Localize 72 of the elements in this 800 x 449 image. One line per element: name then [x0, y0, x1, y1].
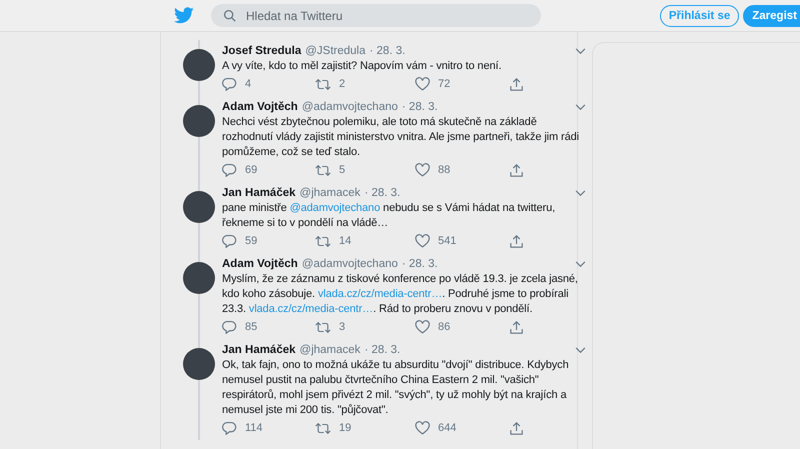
- like-count: 88: [438, 164, 450, 176]
- tweet-date[interactable]: · 28. 3.: [364, 343, 400, 358]
- login-button[interactable]: Přihlásit se: [660, 4, 740, 26]
- retweet-count: 5: [339, 164, 346, 176]
- author-name[interactable]: Adam Vojtěch: [222, 100, 298, 115]
- retweet-icon[interactable]: [315, 234, 331, 248]
- reply-count: 114: [245, 422, 263, 434]
- reply-icon[interactable]: [222, 163, 237, 177]
- bird-logo-icon[interactable]: [174, 7, 194, 24]
- avatar[interactable]: [183, 49, 215, 81]
- chevron-down-icon[interactable]: [575, 190, 586, 197]
- signup-button[interactable]: Zaregist: [743, 4, 800, 26]
- chevron-down-icon[interactable]: [575, 104, 586, 111]
- tweet-text: Myslím, že ze záznamu z tiskové konference po vládě 19.3. je zcela jasné, kdo koho zásobuje. vlada.cz/cz/media-centr…. Podruhé jsme to probírali 23.3. vlada.cz/cz/media-centr…. Rád to proberu znovu v pondělí.: [222, 272, 579, 317]
- retweet-count: 2: [339, 78, 346, 90]
- retweet-icon[interactable]: [315, 78, 331, 90]
- like-count: 86: [438, 321, 450, 333]
- reply-count: 69: [245, 164, 258, 176]
- like-count: 72: [438, 78, 450, 90]
- avatar[interactable]: [183, 348, 215, 380]
- tweet-text: A vy víte, kdo to měl zajistit? Napovím vám - vnitro to není.: [222, 59, 502, 74]
- author-handle: @jhamacek: [300, 186, 360, 201]
- like-count: 644: [438, 422, 456, 434]
- reply-icon[interactable]: [222, 421, 237, 435]
- author-name[interactable]: Josef Stredula: [222, 44, 302, 59]
- reply-count: 59: [245, 235, 258, 247]
- avatar[interactable]: [183, 262, 215, 294]
- tweet-date[interactable]: · 28. 3.: [370, 44, 406, 59]
- reply-icon[interactable]: [222, 234, 237, 248]
- reply-icon[interactable]: [222, 77, 237, 91]
- tweet-text: pane ministře @adamvojtechano nebudu se s Vámi hádat na twitteru, řekneme si to v pondělí na vládě…: [222, 201, 556, 231]
- reply-icon[interactable]: [222, 320, 237, 334]
- chevron-down-icon[interactable]: [575, 48, 586, 55]
- share-icon[interactable]: [510, 422, 523, 434]
- tweet-link[interactable]: vlada.cz/cz/media-centr…: [248, 303, 374, 315]
- reply-count: 85: [245, 321, 258, 333]
- share-icon[interactable]: [510, 164, 523, 176]
- share-icon[interactable]: [510, 320, 523, 334]
- heart-icon[interactable]: [415, 163, 430, 177]
- search-field[interactable]: Hledat na Twitteru: [211, 4, 541, 27]
- retweet-count: 19: [339, 422, 352, 434]
- retweet-icon[interactable]: [315, 422, 331, 434]
- heart-icon[interactable]: [415, 421, 430, 435]
- chevron-down-icon[interactable]: [575, 261, 586, 268]
- retweet-count: 14: [339, 235, 352, 247]
- tweet-link[interactable]: vlada.cz/cz/media-centr…: [318, 288, 442, 300]
- author-name[interactable]: Jan Hamáček: [222, 343, 296, 358]
- retweet-icon[interactable]: [315, 164, 331, 176]
- tweet-text: Ok, tak fajn, ono to možná ukáže tu absurditu "dvojí" distribuce. Kdybych nemusel pustit na palubu čtvrtečního China Eastern 2 mil. "vašich" respirátorů, mohl jsem přivézt 2 mil. "svých", ty už mohly být na krajích a nemusel jste mi 200 tis. "půjčovat".: [222, 358, 570, 418]
- avatar[interactable]: [183, 105, 215, 137]
- author-handle: @jhamacek: [300, 343, 360, 358]
- tweet-date[interactable]: · 28. 3.: [402, 257, 438, 272]
- tweet-date[interactable]: · 28. 3.: [364, 186, 400, 201]
- tweet-text: Nechci vést zbytečnou polemiku, ale toto má skutečně na základě rozhodnutí vlády zajistit ministerstvo vnitra. Ale jsme partneři, takže jim rádi pomůžeme, což se teď stalo.: [222, 115, 580, 160]
- heart-icon[interactable]: [415, 320, 430, 334]
- author-handle: @adamvojtechano: [302, 257, 398, 272]
- tweet-link[interactable]: @adamvojtechano: [290, 202, 380, 214]
- tweet-date[interactable]: · 28. 3.: [402, 100, 438, 115]
- avatar[interactable]: [183, 191, 215, 223]
- heart-icon[interactable]: [415, 77, 430, 91]
- chevron-down-icon[interactable]: [575, 347, 586, 354]
- author-name[interactable]: Jan Hamáček: [222, 186, 296, 201]
- share-icon[interactable]: [510, 78, 523, 90]
- share-icon[interactable]: [510, 234, 523, 248]
- heart-icon[interactable]: [415, 234, 430, 248]
- like-count: 541: [438, 235, 456, 247]
- retweet-count: 3: [339, 321, 346, 333]
- author-handle: @JStredula: [305, 44, 366, 59]
- author-handle: @adamvojtechano: [302, 100, 398, 115]
- retweet-icon[interactable]: [315, 320, 331, 334]
- author-name[interactable]: Adam Vojtěch: [222, 257, 298, 272]
- reply-count: 4: [245, 78, 252, 90]
